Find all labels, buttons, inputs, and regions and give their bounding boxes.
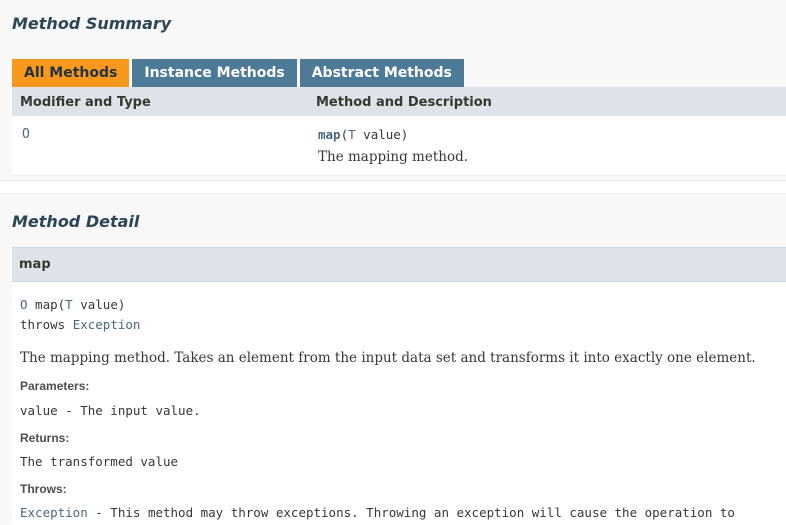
detail-method-name: map( [27, 297, 66, 312]
detail-description: The mapping method. Takes an element fro… [20, 350, 756, 366]
method-tabs: All Methods Instance Methods Abstract Me… [12, 59, 467, 87]
detail-param-type-link[interactable]: T [65, 297, 73, 312]
column-header-modifier-type: Modifier and Type [20, 95, 151, 110]
parameters-label: Parameters: [20, 379, 90, 393]
tab-all-methods[interactable]: All Methods [12, 59, 130, 87]
returns-label: Returns: [20, 431, 70, 445]
parameter-description: value - The input value. [20, 403, 201, 418]
throws-keyword: throws [20, 317, 73, 332]
table-header: Modifier and Type Method and Description [12, 87, 786, 116]
method-detail-header: map [12, 247, 786, 282]
column-header-method-description: Method and Description [316, 95, 492, 110]
return-type-link[interactable]: O [22, 127, 30, 142]
throws-exception-link[interactable]: Exception [73, 317, 141, 332]
method-short-description: The mapping method. [318, 149, 469, 165]
detail-return-type-link[interactable]: O [20, 297, 28, 312]
method-detail-section: Method Detail map O map(T value) throws … [0, 193, 786, 525]
throws-detail-text: - This method may throw exceptions. Thro… [87, 505, 735, 520]
method-summary-section: Method Summary All Methods Instance Meth… [0, 0, 786, 181]
method-detail-name: map [19, 257, 51, 272]
throws-detail-exception-link[interactable]: Exception [20, 505, 88, 520]
returns-description: The transformed value [20, 454, 179, 469]
param-rest: value) [355, 127, 409, 142]
method-name-link[interactable]: map [318, 127, 341, 142]
method-summary-title: Method Summary [12, 14, 172, 33]
param-type-link[interactable]: T [348, 127, 356, 142]
detail-signature-line2: throws Exception [20, 317, 140, 332]
method-signature: map(T value) [318, 127, 408, 142]
detail-param-rest: value) [72, 297, 126, 312]
method-detail-body: O map(T value) throws Exception The mapp… [12, 282, 786, 525]
tab-instance-methods[interactable]: Instance Methods [132, 59, 297, 87]
open-paren: ( [340, 127, 349, 142]
table-row: O map(T value) The mapping method. [12, 116, 786, 175]
tab-abstract-methods[interactable]: Abstract Methods [299, 59, 464, 87]
method-detail-title: Method Detail [12, 212, 140, 231]
detail-signature-line1: O map(T value) [20, 297, 125, 312]
throws-description: Exception - This method may throw except… [20, 505, 735, 520]
method-summary-table: Modifier and Type Method and Description… [12, 87, 786, 176]
throws-label: Throws: [20, 482, 67, 496]
